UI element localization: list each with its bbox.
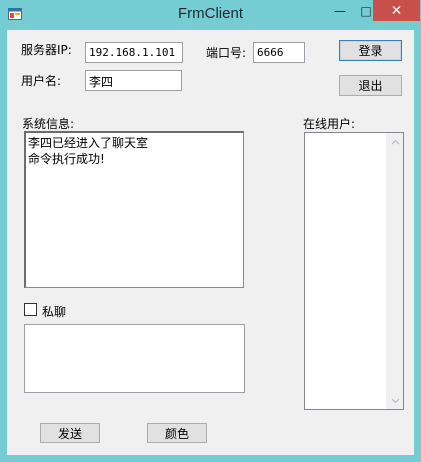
close-icon: ✕ — [390, 2, 403, 19]
online-users-scrollbar[interactable] — [386, 133, 403, 409]
chevron-down-icon — [391, 398, 400, 403]
online-users-list[interactable] — [304, 132, 404, 410]
logout-button[interactable]: 退出 — [339, 75, 402, 96]
message-input[interactable] — [24, 324, 245, 393]
minimize-button[interactable]: — — [326, 0, 354, 22]
scroll-up-arrow[interactable] — [387, 133, 404, 150]
close-button[interactable]: ✕ — [373, 0, 420, 21]
server-ip-input[interactable]: 192.168.1.101 — [85, 42, 183, 63]
system-info-line: 李四已经进入了聊天室 — [28, 136, 149, 150]
port-label: 端口号: — [206, 46, 247, 60]
system-info-label: 系统信息: — [22, 117, 75, 131]
chevron-up-icon — [391, 139, 400, 144]
system-info-box[interactable]: 李四已经进入了聊天室 命令执行成功! — [24, 131, 244, 288]
app-window: FrmClient — □ ✕ 服务器IP: 192.168.1.101 端口号… — [0, 0, 421, 462]
maximize-icon: □ — [360, 4, 372, 18]
port-input[interactable]: 6666 — [253, 42, 305, 63]
private-chat-checkbox[interactable] — [24, 303, 37, 316]
private-chat-label[interactable]: 私聊 — [42, 303, 66, 320]
scroll-down-arrow[interactable] — [387, 392, 404, 409]
username-input[interactable]: 李四 — [85, 70, 182, 91]
server-ip-label: 服务器IP: — [21, 43, 72, 57]
online-users-label: 在线用户: — [303, 117, 356, 131]
client-area: 服务器IP: 192.168.1.101 端口号: 6666 登录 用户名: 李… — [7, 30, 414, 455]
system-info-line: 命令执行成功! — [28, 152, 105, 166]
login-button[interactable]: 登录 — [339, 40, 402, 61]
minimize-icon: — — [334, 4, 346, 18]
send-button[interactable]: 发送 — [40, 423, 100, 443]
color-button[interactable]: 颜色 — [147, 423, 207, 443]
title-bar[interactable]: FrmClient — □ ✕ — [0, 0, 421, 30]
username-label: 用户名: — [21, 74, 62, 88]
